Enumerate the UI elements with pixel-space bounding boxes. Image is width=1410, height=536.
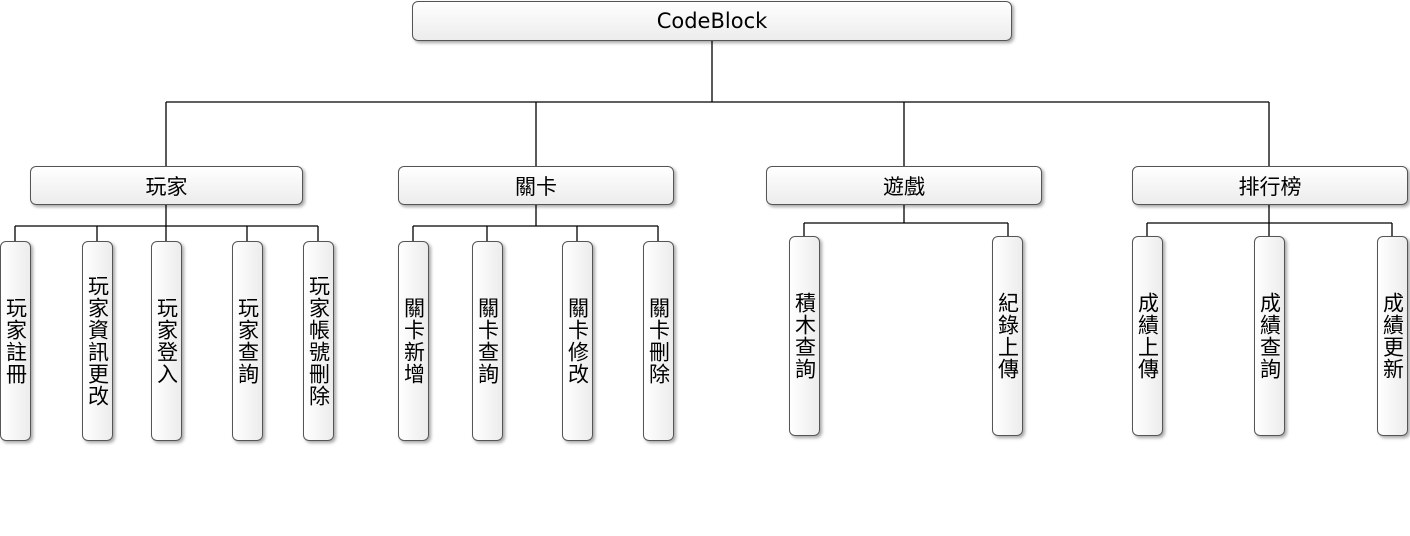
connector-lines [14, 41, 1393, 241]
leaf-player-account-delete: 玩家帳號刪除 [303, 241, 334, 441]
category-level: 關卡 [398, 166, 674, 205]
leaf-player-login: 玩家登入 [151, 241, 182, 441]
category-ranking: 排行榜 [1132, 166, 1408, 205]
category-player: 玩家 [30, 166, 303, 205]
leaf-level-add: 關卡新增 [398, 241, 429, 441]
leaf-level-modify: 關卡修改 [562, 241, 593, 441]
leaf-player-register: 玩家註冊 [0, 241, 31, 441]
leaf-game-block-query: 積木查詢 [789, 236, 820, 436]
leaf-player-query: 玩家查詢 [232, 241, 263, 441]
leaf-level-delete: 關卡刪除 [643, 241, 674, 441]
leaf-player-info-update: 玩家資訊更改 [82, 241, 113, 441]
category-game: 遊戲 [766, 166, 1042, 205]
leaf-level-query: 關卡查詢 [472, 241, 503, 441]
leaf-game-record-upload: 紀錄上傳 [992, 236, 1023, 436]
leaf-ranking-score-update: 成績更新 [1377, 236, 1408, 436]
root-node: CodeBlock [412, 1, 1012, 41]
leaf-ranking-score-query: 成績查詢 [1254, 236, 1285, 436]
leaf-ranking-score-upload: 成績上傳 [1132, 236, 1163, 436]
